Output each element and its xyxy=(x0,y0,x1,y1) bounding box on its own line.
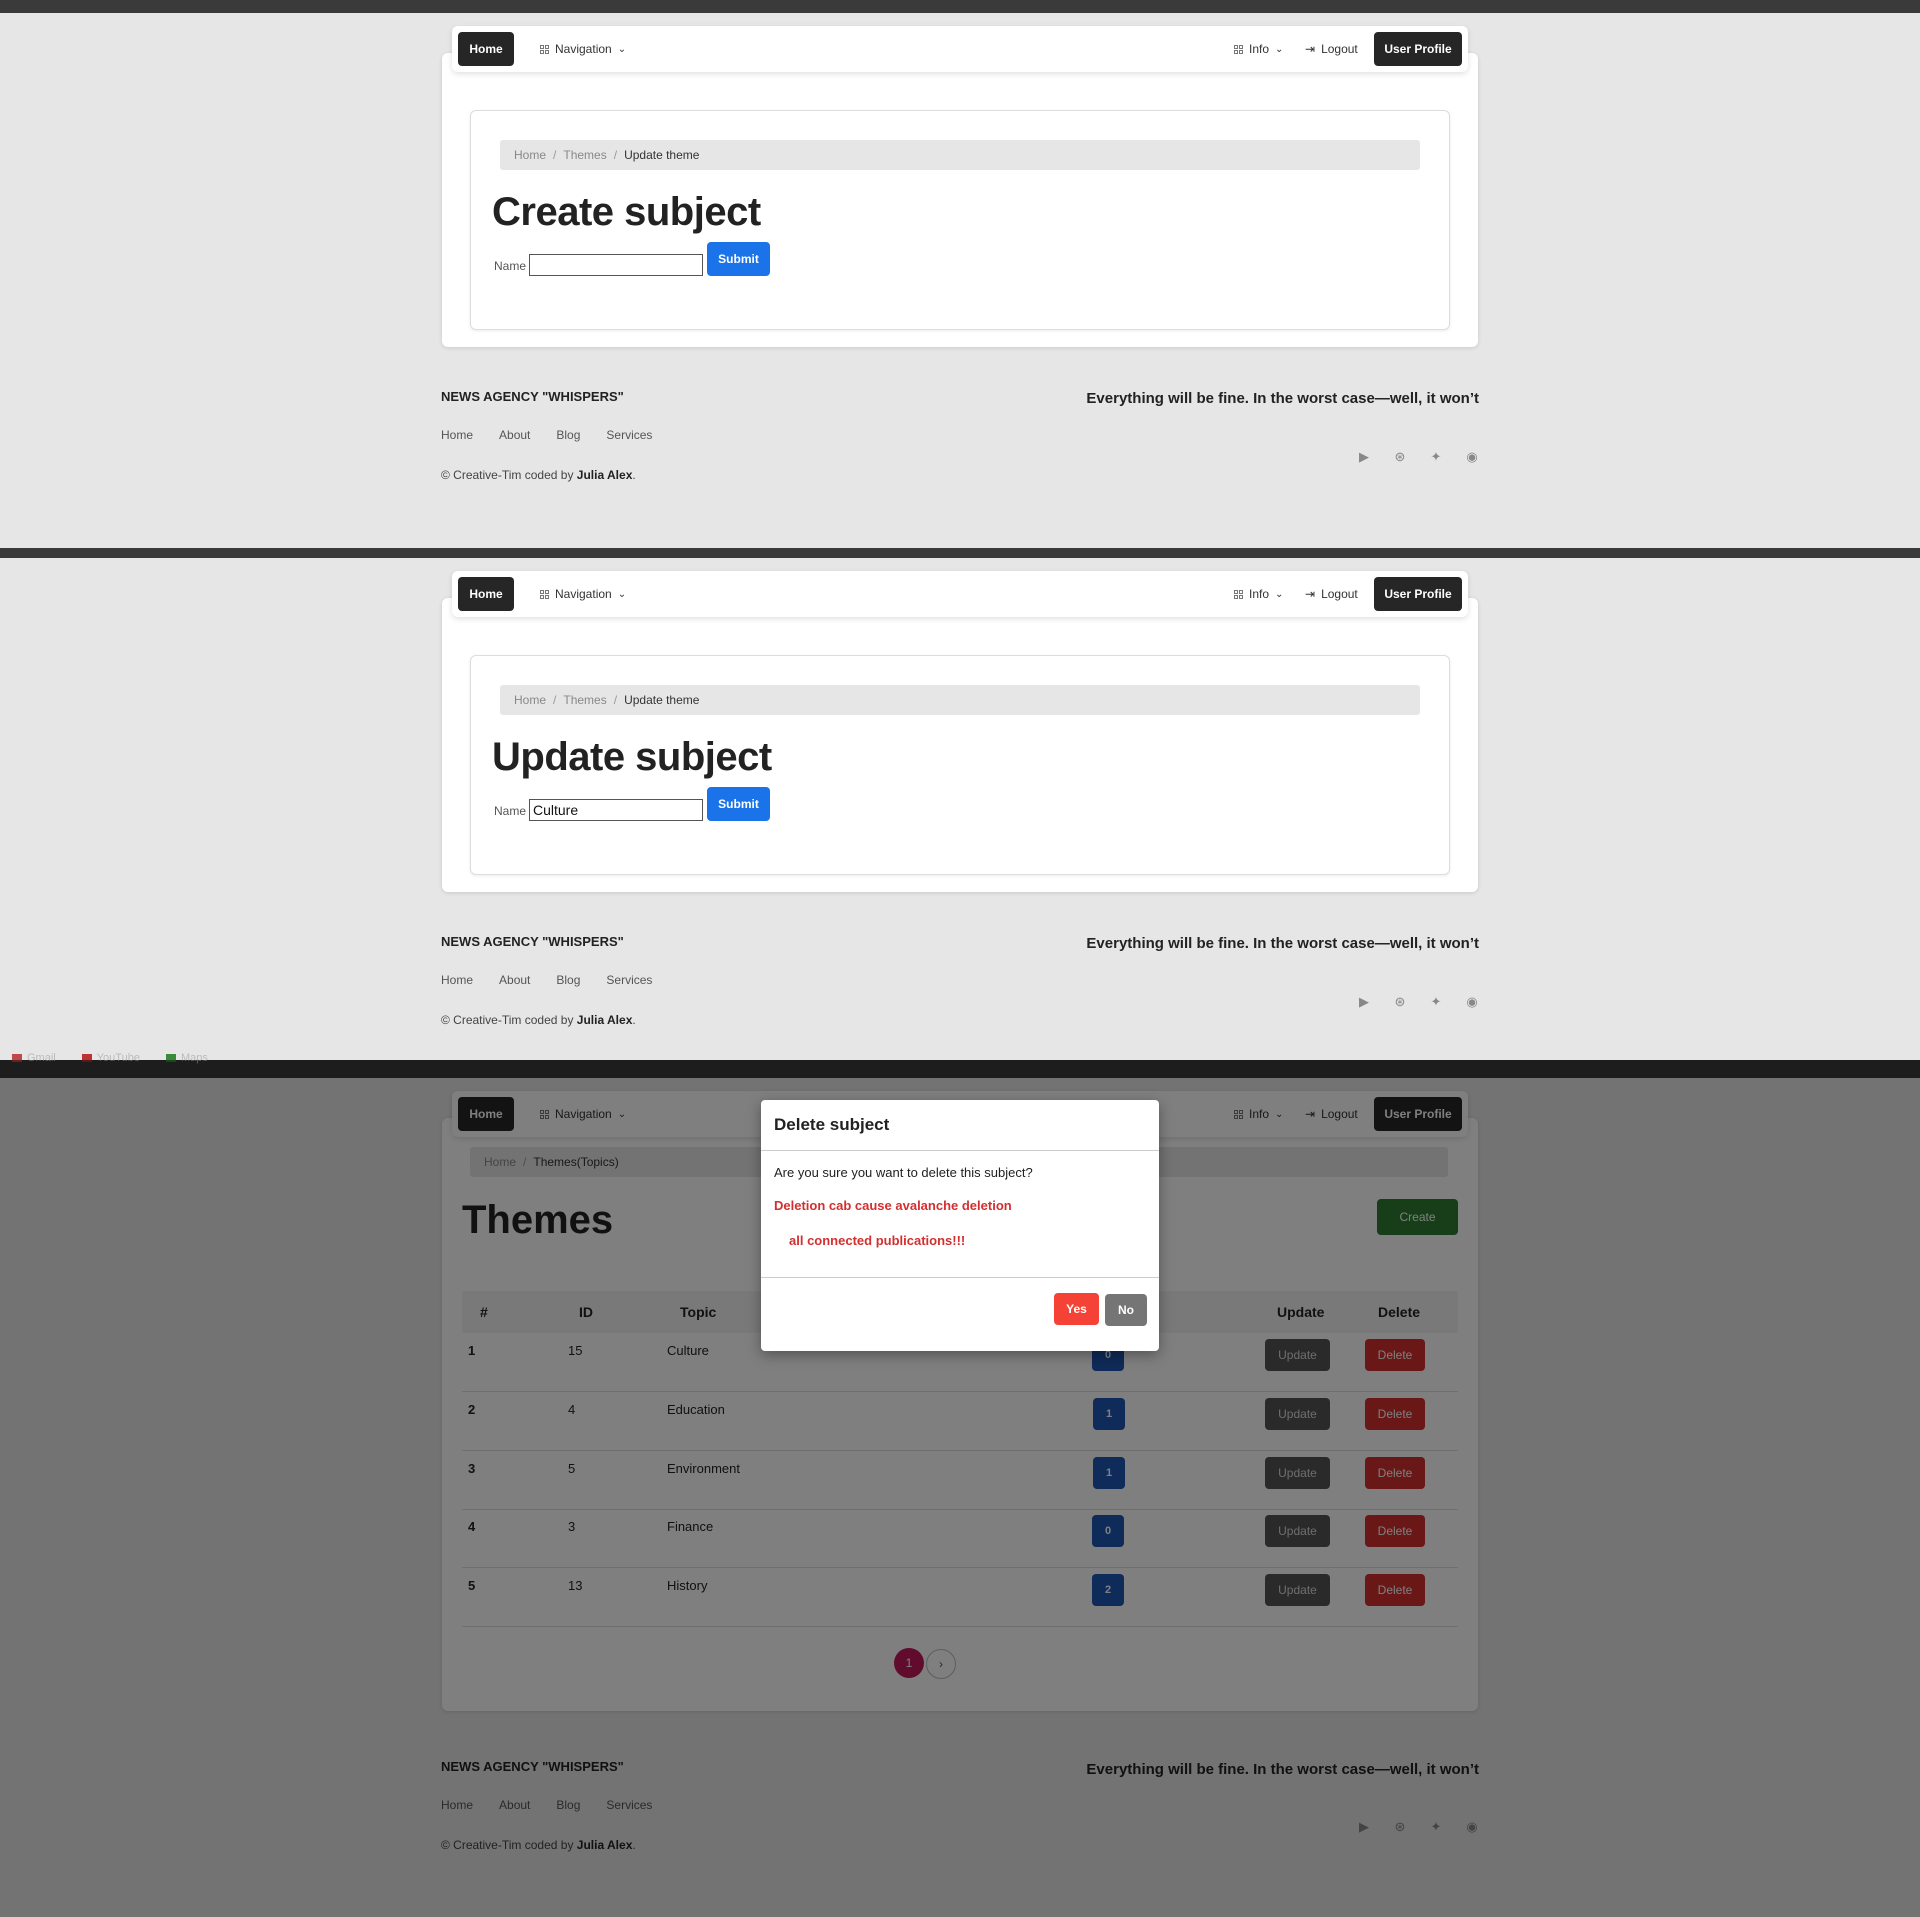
footer-brand: NEWS AGENCY "WHISPERS" xyxy=(441,389,624,404)
navigation-dropdown[interactable]: Navigation ⌄ xyxy=(540,571,626,617)
breadcrumb: Home / Themes / Update theme xyxy=(500,685,1420,715)
confirm-yes-button[interactable]: Yes xyxy=(1054,1293,1099,1325)
breadcrumb-home[interactable]: Home xyxy=(514,148,546,162)
page-title: Create subject xyxy=(492,190,761,234)
breadcrumb-home[interactable]: Home xyxy=(514,693,546,707)
chevron-down-icon: ⌄ xyxy=(1275,43,1284,55)
breadcrumb-themes[interactable]: Themes xyxy=(563,148,606,162)
navbar: Home Navigation ⌄ Info ⌄ ⇥ Logout User P… xyxy=(452,571,1468,617)
info-label: Info xyxy=(1249,587,1270,601)
home-button[interactable]: Home xyxy=(458,32,514,66)
modal-footer-divider xyxy=(761,1277,1159,1278)
chevron-down-icon: ⌄ xyxy=(617,588,627,600)
github-icon[interactable]: ◉ xyxy=(1464,994,1480,1010)
modal-warning-line-2: all connected publications!!! xyxy=(789,1233,966,1248)
navigation-label: Navigation xyxy=(555,587,612,601)
info-label: Info xyxy=(1249,42,1270,56)
browser-top-bar xyxy=(0,0,1920,13)
footer-tagline: Everything will be fine. In the worst ca… xyxy=(1086,935,1479,952)
copyright-author[interactable]: Julia Alex xyxy=(577,1013,633,1027)
footer-link-services[interactable]: Services xyxy=(606,428,652,442)
dribbble-icon[interactable]: ⊛ xyxy=(1392,994,1408,1010)
twitter-icon[interactable]: ✦ xyxy=(1428,994,1444,1010)
home-button[interactable]: Home xyxy=(458,577,514,611)
breadcrumb-current: Update theme xyxy=(624,693,700,707)
breadcrumb-themes[interactable]: Themes xyxy=(563,693,606,707)
footer-tagline: Everything will be fine. In the worst ca… xyxy=(1086,390,1479,407)
footer-copyright: © Creative-Tim coded by Julia Alex. xyxy=(441,1013,636,1027)
page-title: Update subject xyxy=(492,735,772,779)
grid-icon xyxy=(1234,589,1243,599)
social-links: ▶ ⊛ ✦ ◉ xyxy=(1356,449,1480,465)
breadcrumb-current: Update theme xyxy=(624,148,700,162)
modal-warning-line-1: Deletion cab cause avalanche deletion xyxy=(774,1198,1012,1213)
copyright-suffix: . xyxy=(632,1013,636,1027)
submit-button[interactable]: Submit xyxy=(707,242,770,276)
logout-label: Logout xyxy=(1321,587,1358,601)
chevron-down-icon: ⌄ xyxy=(1275,588,1284,600)
navigation-label: Navigation xyxy=(555,42,612,56)
breadcrumb-separator: / xyxy=(613,148,618,162)
youtube-icon[interactable]: ▶ xyxy=(1356,994,1372,1010)
breadcrumb-separator: / xyxy=(553,693,557,707)
grid-icon xyxy=(540,589,549,599)
grid-icon xyxy=(540,44,549,54)
footer-link-blog[interactable]: Blog xyxy=(556,428,580,442)
submit-button[interactable]: Submit xyxy=(707,787,770,821)
modal-title: Delete subject xyxy=(761,1100,1159,1151)
logout-link[interactable]: ⇥ Logout xyxy=(1305,571,1358,617)
social-links: ▶ ⊛ ✦ ◉ xyxy=(1356,994,1480,1010)
footer-link-about[interactable]: About xyxy=(499,428,530,442)
logout-icon: ⇥ xyxy=(1305,587,1316,601)
update-subject-screen: Home Navigation ⌄ Info ⌄ ⇥ Logout User P… xyxy=(0,558,1920,1060)
breadcrumb: Home / Themes / Update theme xyxy=(500,140,1420,170)
footer-link-home[interactable]: Home xyxy=(441,428,473,442)
copyright-prefix: © Creative-Tim coded by xyxy=(441,1013,577,1027)
twitter-icon[interactable]: ✦ xyxy=(1428,449,1444,465)
copyright-suffix: . xyxy=(632,468,636,482)
logout-link[interactable]: ⇥ Logout xyxy=(1305,26,1358,72)
modal-question: Are you sure you want to delete this sub… xyxy=(774,1165,1033,1180)
chevron-down-icon: ⌄ xyxy=(617,43,627,55)
browser-top-bar xyxy=(0,548,1920,558)
name-input[interactable] xyxy=(529,799,703,821)
cancel-no-button[interactable]: No xyxy=(1105,1294,1147,1326)
dribbble-icon[interactable]: ⊛ xyxy=(1392,449,1408,465)
logout-label: Logout xyxy=(1321,42,1358,56)
grid-icon xyxy=(1234,44,1243,54)
footer-brand: NEWS AGENCY "WHISPERS" xyxy=(441,934,624,949)
user-profile-button[interactable]: User Profile xyxy=(1374,32,1462,66)
footer-link-about[interactable]: About xyxy=(499,973,530,987)
breadcrumb-separator: / xyxy=(613,693,618,707)
youtube-icon[interactable]: ▶ xyxy=(1356,449,1372,465)
name-label: Name xyxy=(494,259,527,273)
user-profile-button[interactable]: User Profile xyxy=(1374,577,1462,611)
create-subject-screen: Home Navigation ⌄ Info ⌄ ⇥ Logout User P… xyxy=(0,13,1920,548)
info-dropdown[interactable]: Info ⌄ xyxy=(1234,571,1283,617)
navbar: Home Navigation ⌄ Info ⌄ ⇥ Logout User P… xyxy=(452,26,1468,72)
delete-subject-modal: Delete subject Are you sure you want to … xyxy=(761,1100,1159,1351)
footer-link-blog[interactable]: Blog xyxy=(556,973,580,987)
breadcrumb-separator: / xyxy=(553,148,557,162)
copyright-author[interactable]: Julia Alex xyxy=(577,468,633,482)
info-dropdown[interactable]: Info ⌄ xyxy=(1234,26,1283,72)
footer-link-services[interactable]: Services xyxy=(606,973,652,987)
footer-copyright: © Creative-Tim coded by Julia Alex. xyxy=(441,468,636,482)
name-input[interactable] xyxy=(529,254,703,276)
logout-icon: ⇥ xyxy=(1305,42,1316,56)
footer-link-home[interactable]: Home xyxy=(441,973,473,987)
footer-links: Home About Blog Services xyxy=(441,973,652,987)
copyright-prefix: © Creative-Tim coded by xyxy=(441,468,577,482)
github-icon[interactable]: ◉ xyxy=(1464,449,1480,465)
name-label: Name xyxy=(494,804,527,818)
footer-links: Home About Blog Services xyxy=(441,428,652,442)
navigation-dropdown[interactable]: Navigation ⌄ xyxy=(540,26,626,72)
